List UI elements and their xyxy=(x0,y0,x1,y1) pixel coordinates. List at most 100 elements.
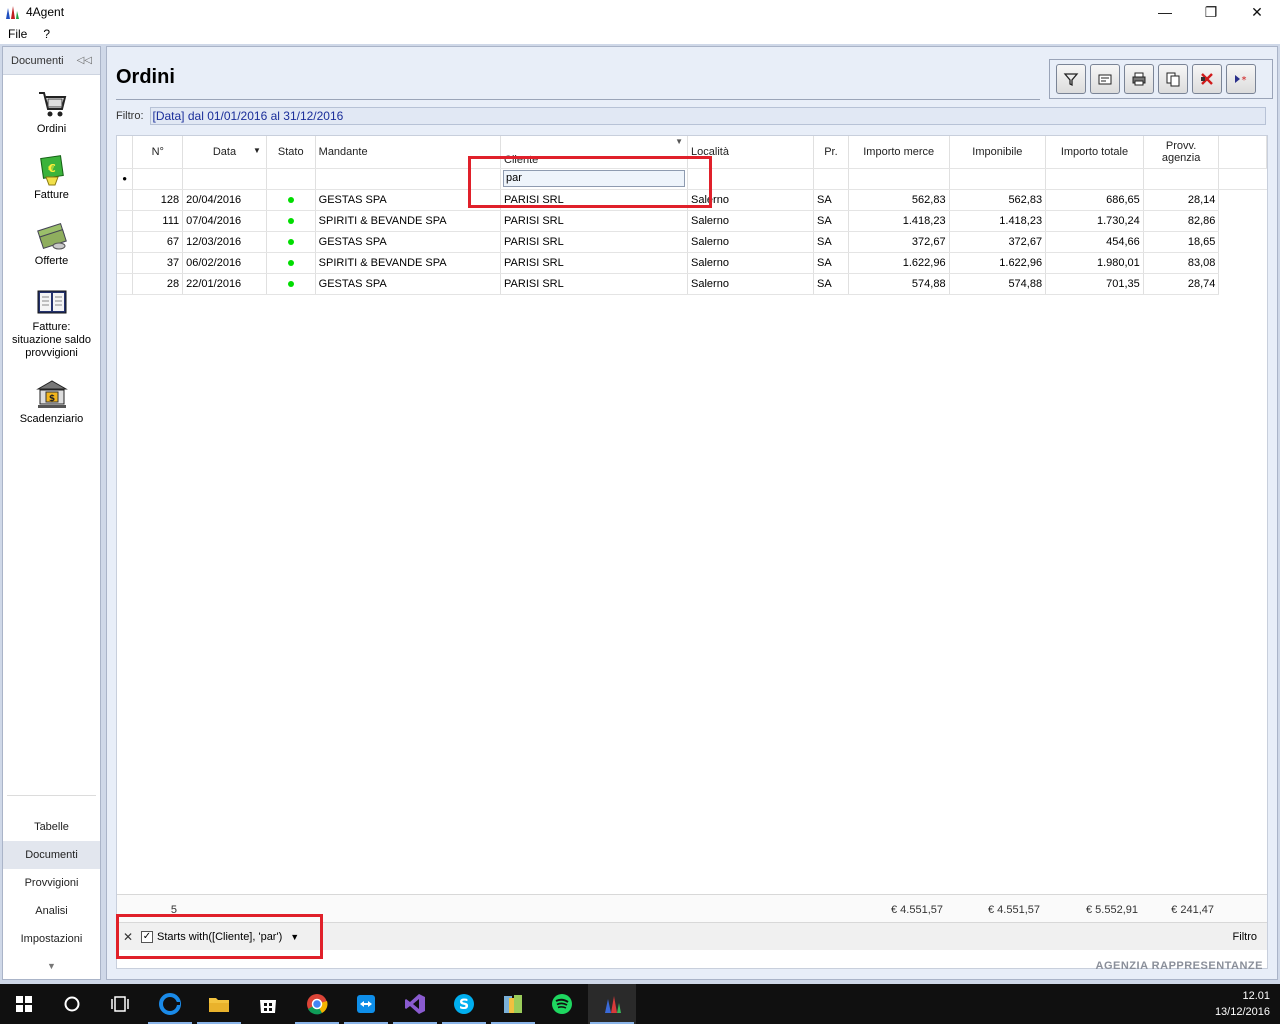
cell-imponibile: 562,83 xyxy=(949,189,1047,211)
column-header-data[interactable]: Data ▼ xyxy=(182,136,267,169)
table-row[interactable]: 111 07/04/2016 SPIRITI & BEVANDE SPA PAR… xyxy=(117,210,1267,232)
toolbar: * xyxy=(1049,59,1273,99)
delete-button[interactable] xyxy=(1192,64,1222,94)
column-header-provv-agenzia[interactable]: Provv. agenzia xyxy=(1143,136,1220,169)
orders-grid: N° Data ▼ Stato Mandante Cliente ▼ Local… xyxy=(116,135,1268,969)
4agent-app-icon[interactable] xyxy=(588,984,636,1024)
cell-localita: Salerno xyxy=(687,231,815,253)
page-title: Ordini xyxy=(116,66,175,88)
archive-icon[interactable] xyxy=(489,984,537,1024)
autofilter-cell[interactable] xyxy=(848,168,950,190)
status-dot-icon xyxy=(287,196,294,203)
column-header-importo-merce[interactable]: Importo merce xyxy=(848,136,950,169)
cell-imponibile: 1.622,96 xyxy=(949,252,1047,274)
search-circle-icon[interactable] xyxy=(48,984,96,1024)
spotify-icon[interactable] xyxy=(538,984,586,1024)
edit-filter-link[interactable]: Filtro xyxy=(1233,931,1257,943)
column-header-importo-totale[interactable]: Importo totale xyxy=(1045,136,1144,169)
sidebar-item-offerte[interactable]: Offerte xyxy=(3,219,100,268)
table-row[interactable]: 37 06/02/2016 SPIRITI & BEVANDE SPA PARI… xyxy=(117,252,1267,274)
autofilter-cell[interactable] xyxy=(1143,168,1220,190)
highlight-box-filter-panel xyxy=(116,914,323,959)
cell-numero: 67 xyxy=(132,231,184,253)
cell-importo-merce: 1.418,23 xyxy=(848,210,950,232)
column-header-numero[interactable]: N° xyxy=(132,136,184,169)
table-row[interactable]: 67 12/03/2016 GESTAS SPA PARISI SRL Sale… xyxy=(117,231,1267,253)
table-row[interactable]: 28 22/01/2016 GESTAS SPA PARISI SRL Sale… xyxy=(117,273,1267,295)
task-view-icon[interactable] xyxy=(96,984,144,1024)
status-dot-icon xyxy=(287,280,294,287)
sidebar-item-situazione-provvigioni[interactable]: Fatture: situazione saldo provvigioni xyxy=(3,285,100,360)
print-button[interactable] xyxy=(1124,64,1154,94)
title-divider xyxy=(116,99,1040,100)
cell-imponibile: 1.418,23 xyxy=(949,210,1047,232)
visual-studio-icon[interactable] xyxy=(391,984,439,1024)
filter-button[interactable] xyxy=(1056,64,1086,94)
title-bar: 4Agent — ❐ ✕ xyxy=(0,0,1280,24)
clock-date: 13/12/2016 xyxy=(1214,1006,1270,1018)
card-icon xyxy=(1098,74,1112,85)
autofilter-cell[interactable] xyxy=(182,168,267,190)
edge-icon[interactable] xyxy=(146,984,194,1024)
chevron-down-icon[interactable]: ▼ xyxy=(3,953,100,979)
skype-icon[interactable]: S xyxy=(440,984,488,1024)
autofilter-cell[interactable] xyxy=(949,168,1047,190)
menu-help[interactable]: ? xyxy=(35,27,58,41)
row-indicator xyxy=(117,252,134,274)
autofilter-cell[interactable] xyxy=(266,168,316,190)
column-header-provincia[interactable]: Pr. xyxy=(813,136,849,169)
sidebar-bottom-nav: Tabelle Documenti Provvigioni Analisi Im… xyxy=(3,813,100,979)
delete-icon xyxy=(1201,73,1213,85)
sidebar-tab-provvigioni[interactable]: Provvigioni xyxy=(3,869,100,897)
sidebar-item-label: Scadenziario xyxy=(19,413,84,425)
teamviewer-icon[interactable] xyxy=(342,984,390,1024)
autofilter-cell[interactable] xyxy=(132,168,184,190)
store-icon[interactable] xyxy=(244,984,292,1024)
system-clock[interactable]: 12.01 13/12/2016 xyxy=(1215,988,1270,1020)
sidebar-item-scadenziario[interactable]: $ Scadenziario xyxy=(3,377,100,426)
sidebar-tab-impostazioni[interactable]: Impostazioni xyxy=(3,925,100,953)
cell-mandante: GESTAS SPA xyxy=(315,231,502,253)
cell-provincia: SA xyxy=(813,231,849,253)
sidebar-tab-tabelle[interactable]: Tabelle xyxy=(3,813,100,841)
cell-importo-merce: 1.622,96 xyxy=(848,252,950,274)
cell-importo-merce: 574,88 xyxy=(848,273,950,295)
column-header-imponibile[interactable]: Imponibile xyxy=(949,136,1047,169)
cell-localita: Salerno xyxy=(687,252,815,274)
column-header-stato[interactable]: Stato xyxy=(266,136,316,169)
column-filter-icon[interactable]: ▼ xyxy=(675,137,683,146)
sidebar-tab-analisi[interactable]: Analisi xyxy=(3,897,100,925)
cell-provincia: SA xyxy=(813,252,849,274)
sidebar-header: Documenti ◁◁ xyxy=(3,47,100,75)
sidebar-item-ordini[interactable]: Ordini xyxy=(3,87,100,136)
shopping-cart-icon xyxy=(38,92,66,117)
file-explorer-icon[interactable] xyxy=(195,984,243,1024)
close-button[interactable]: ✕ xyxy=(1234,0,1280,24)
sidebar-item-fatture[interactable]: € Fatture xyxy=(3,153,100,202)
cell-provv-agenzia: 18,65 xyxy=(1143,231,1220,253)
chrome-icon[interactable] xyxy=(293,984,341,1024)
windows-start-icon[interactable] xyxy=(0,984,48,1024)
cell-stato xyxy=(266,189,316,211)
highlight-box-autofilter xyxy=(468,156,712,208)
sidebar-tab-documenti[interactable]: Documenti xyxy=(3,841,100,869)
new-record-button[interactable]: * xyxy=(1226,64,1256,94)
menu-file[interactable]: File xyxy=(0,27,35,41)
filter-label: Filtro: xyxy=(116,110,144,122)
autofilter-cell[interactable] xyxy=(1045,168,1144,190)
restore-button[interactable]: ❐ xyxy=(1188,0,1234,24)
minimize-button[interactable]: — xyxy=(1142,0,1188,24)
copy-icon xyxy=(1166,72,1180,87)
svg-text:*: * xyxy=(1242,75,1247,86)
cell-provv-agenzia: 82,86 xyxy=(1143,210,1220,232)
cell-spacer xyxy=(1219,210,1267,231)
cell-data: 12/03/2016 xyxy=(182,231,267,253)
menu-bar: File ? xyxy=(0,24,1280,44)
card-button[interactable] xyxy=(1090,64,1120,94)
autofilter-cell[interactable] xyxy=(813,168,849,190)
copy-button[interactable] xyxy=(1158,64,1188,94)
filter-value[interactable]: [Data] dal 01/01/2016 al 31/12/2016 xyxy=(149,107,1266,125)
collapse-sidebar-icon[interactable]: ◁◁ xyxy=(77,55,92,66)
cell-stato xyxy=(266,273,316,295)
coins-icon xyxy=(36,222,67,250)
